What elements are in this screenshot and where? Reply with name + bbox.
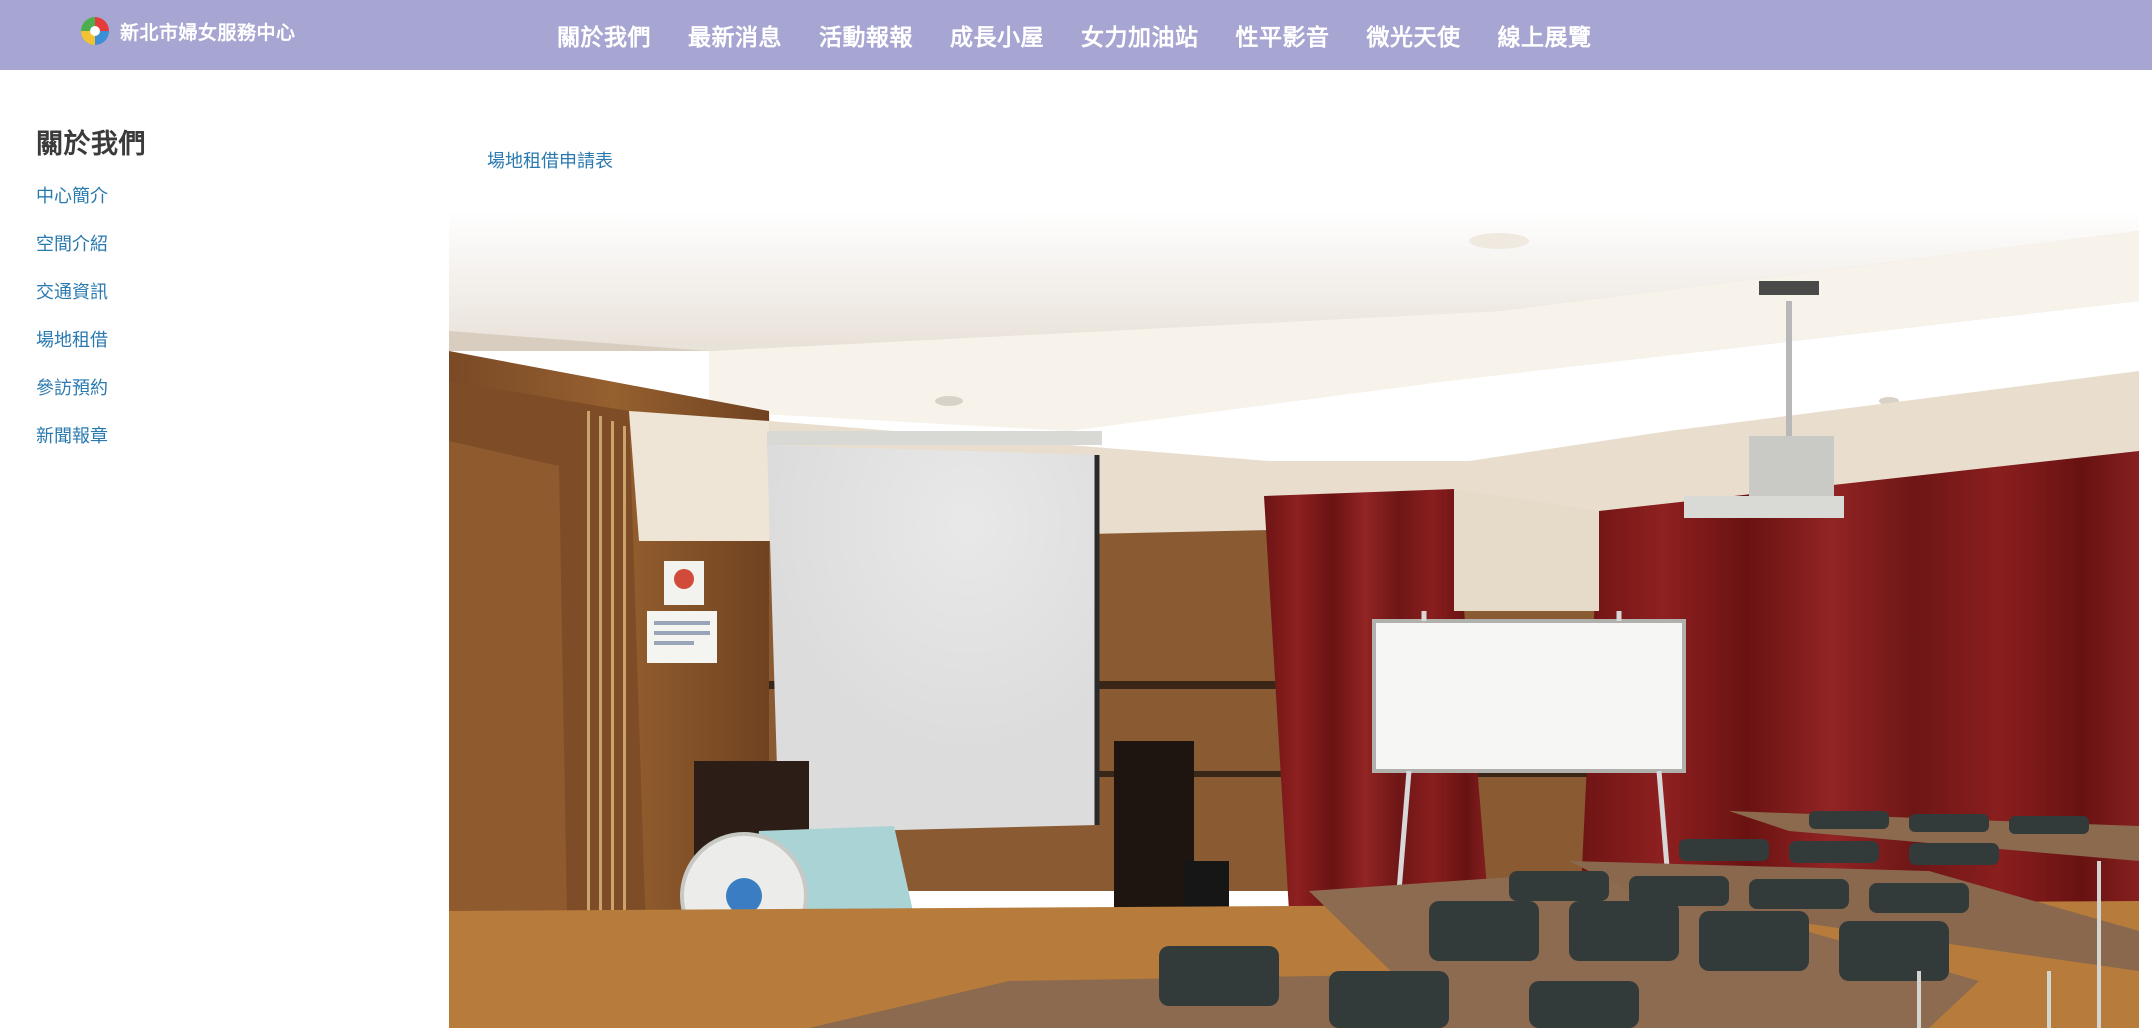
- nav-item-empowerment[interactable]: 女力加油站: [1081, 18, 1199, 52]
- sidebar-item-spaces[interactable]: 空間介紹: [36, 233, 396, 281]
- site-header: 新北市婦女服務中心 關於我們 最新消息 活動報報 成長小屋 女力加油站 性平影音…: [0, 0, 2152, 70]
- sidebar-title: 關於我們: [36, 129, 146, 160]
- sidebar-item-transport[interactable]: 交通資訊: [36, 281, 396, 329]
- nav-item-angels[interactable]: 微光天使: [1367, 18, 1461, 52]
- nav-item-videos[interactable]: 性平影音: [1236, 18, 1330, 52]
- sidebar: 關於我們 中心簡介 空間介紹 交通資訊 場地租借 參訪預約 新聞報章: [36, 122, 396, 473]
- sidebar-item-visit-booking[interactable]: 參訪預約: [36, 377, 396, 425]
- center-logo-icon: [81, 17, 109, 45]
- nav-item-exhibition[interactable]: 線上展覽: [1498, 18, 1592, 52]
- nav-item-about[interactable]: 關於我們: [557, 18, 651, 52]
- main-nav: 關於我們 最新消息 活動報報 成長小屋 女力加油站 性平影音 微光天使 線上展覽: [557, 0, 1629, 70]
- sidebar-item-intro[interactable]: 中心簡介: [36, 185, 396, 233]
- meeting-room-photo: [449, 211, 2139, 1028]
- site-name: 新北市婦女服務中心: [120, 21, 296, 44]
- nav-item-growth[interactable]: 成長小屋: [950, 18, 1044, 52]
- brand-home-link[interactable]: 新北市婦女服務中心: [78, 14, 296, 48]
- nav-item-news[interactable]: 最新消息: [688, 18, 782, 52]
- venue-rental-form-link[interactable]: 場地租借申請表: [487, 147, 613, 173]
- sidebar-menu: 中心簡介 空間介紹 交通資訊 場地租借 參訪預約 新聞報章: [36, 185, 396, 473]
- sidebar-item-venue-rental[interactable]: 場地租借: [36, 329, 396, 377]
- sidebar-item-press[interactable]: 新聞報章: [36, 425, 396, 473]
- nav-item-events[interactable]: 活動報報: [819, 18, 913, 52]
